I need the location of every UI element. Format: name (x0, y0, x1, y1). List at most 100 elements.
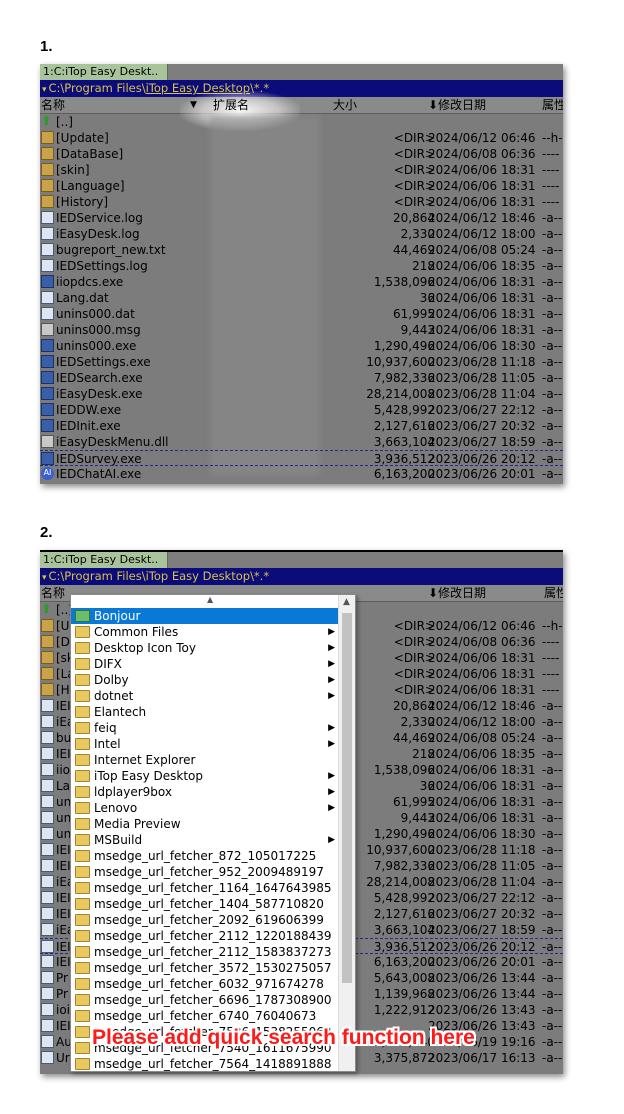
file-attr: ---- (542, 195, 560, 209)
file-icon (41, 811, 54, 824)
file-attr: -a-- (542, 467, 563, 481)
dropdown-item[interactable]: msedge_url_fetcher_2112_1583837273 (71, 944, 339, 960)
file-date: 2024/06/12 06:46 (428, 619, 536, 633)
table-row[interactable]: iEasyDeskMenu.dll 3,663,104 2023/06/27 18:… (40, 434, 563, 450)
col-name[interactable]: 名称 (41, 585, 65, 602)
col-size[interactable]: 大小 (333, 97, 357, 114)
table-row[interactable]: IEDSettings.log 218 2024/06/06 18:35 -a-- (40, 258, 563, 274)
file-size: 1,538,096 (373, 763, 435, 777)
folder-icon (41, 619, 54, 632)
dropdown-item[interactable]: Lenovo ▶ (71, 800, 339, 816)
folder-icon (75, 754, 90, 766)
dropdown-item[interactable]: feiq ▶ (71, 720, 339, 736)
folder-dropdown-menu[interactable]: ▲ Bonjour Common Files ▶ Desktop Icon Toy ▶ D… (70, 594, 356, 1072)
path-dropdown-icon[interactable]: ▾ (42, 573, 47, 583)
table-row[interactable]: AI IEDChatAI.exe 6,163,200 2023/06/26 20:01… (40, 466, 563, 482)
table-row[interactable]: ⬆ [..] (40, 114, 563, 130)
tab-folder[interactable]: 1:C:iTop Easy Deskt.. (40, 64, 168, 80)
dropdown-item[interactable]: Dolby ▶ (71, 672, 339, 688)
path-bar[interactable]: ▾ C:\Program Files\iTop Easy Desktop\*.* (40, 568, 563, 585)
dropdown-item[interactable]: msedge_url_fetcher_6696_1787308900 (71, 992, 339, 1008)
dropdown-item[interactable]: iTop Easy Desktop ▶ (71, 768, 339, 784)
col-date[interactable]: ⬇修改日期 (428, 97, 486, 114)
path-dropdown-icon[interactable]: ▾ (42, 85, 47, 95)
col-date[interactable]: ⬇修改日期 (428, 585, 486, 602)
table-row[interactable]: unins000.dat 61,995 2024/06/06 18:31 -a-- (40, 306, 563, 322)
dropdown-item[interactable]: msedge_url_fetcher_3572_1530275057 (71, 960, 339, 976)
table-row[interactable]: IEDInit.exe 2,127,616 2023/06/27 20:32 -a-- (40, 418, 563, 434)
table-row[interactable]: [Update] <DIR> 2024/06/12 06:46 --h- (40, 130, 563, 146)
file-attr: -a-- (542, 987, 563, 1001)
file-name: IEDDW.exe (56, 403, 122, 417)
table-row[interactable]: IEDSearch.exe 7,982,336 2023/06/28 11:05 -a… (40, 370, 563, 386)
dropdown-item[interactable]: msedge_url_fetcher_2092_619606399 (71, 912, 339, 928)
table-row[interactable]: [skin] <DIR> 2024/06/06 18:31 ---- (40, 162, 563, 178)
table-row[interactable]: IEDSurvey.exe 3,936,512 2023/06/26 20:12 -a… (40, 450, 563, 466)
file-attr: ---- (542, 683, 560, 697)
dropdown-item-label: ldplayer9box (94, 785, 172, 799)
dropdown-item[interactable]: msedge_url_fetcher_1164_1647643985 (71, 880, 339, 896)
path-bar[interactable]: ▾ C:\Program Files\iTop Easy Desktop\*.* (40, 80, 563, 97)
table-row[interactable]: IEDService.log 20,864 2024/06/12 18:46 -a-- (40, 210, 563, 226)
dropdown-item[interactable]: DIFX ▶ (71, 656, 339, 672)
col-name[interactable]: 名称 (41, 97, 65, 114)
table-row[interactable]: unins000.exe 1,290,496 2024/06/06 18:30 -a-… (40, 338, 563, 354)
table-row[interactable]: iEasyDesk.log 2,330 2024/06/12 18:00 -a-- (40, 226, 563, 242)
dropdown-item[interactable]: Bonjour (71, 608, 339, 624)
dropdown-item[interactable]: Internet Explorer (71, 752, 339, 768)
table-row[interactable]: [History] <DIR> 2024/06/06 18:31 ---- (40, 194, 563, 210)
file-name: IEI (56, 747, 71, 761)
dropdown-item[interactable]: ldplayer9box ▶ (71, 784, 339, 800)
dropdown-item[interactable]: dotnet ▶ (71, 688, 339, 704)
table-row[interactable]: iEasyDesk.exe 28,214,008 2023/06/28 11:04-… (40, 386, 563, 402)
dropdown-item[interactable]: Media Preview (71, 816, 339, 832)
dropdown-item-label: msedge_url_fetcher_6032_971674278 (94, 977, 324, 991)
file-attr: -a-- (542, 275, 563, 289)
col-attr[interactable]: 属性 (542, 97, 563, 114)
file-date: 2024/06/12 06:46 (428, 131, 536, 145)
dropdown-item[interactable]: Elantech (71, 704, 339, 720)
table-row[interactable]: IEDSettings.exe 10,937,600 2023/06/28 11:1… (40, 354, 563, 370)
file-name: IEI (56, 891, 71, 905)
dropdown-scrollbar[interactable]: ▲ (338, 595, 355, 1071)
file-size: 1,222,912 (373, 1003, 435, 1017)
file-name: Pr (56, 971, 68, 985)
file-size: 5,643,008 (373, 971, 435, 985)
table-row[interactable]: unins000.msg 9,443 2024/06/06 18:31 -a-- (40, 322, 563, 338)
file-name: [..] (56, 115, 73, 129)
file-attr: -a-- (542, 1019, 563, 1033)
scrollbar-thumb[interactable] (342, 613, 352, 983)
dropdown-item[interactable]: msedge_url_fetcher_2112_1220188439 (71, 928, 339, 944)
file-attr: ---- (542, 651, 560, 665)
table-row[interactable]: bugreport_new.txt 44,469 2024/06/08 05:24-… (40, 242, 563, 258)
table-row[interactable]: [Language] <DIR> 2024/06/06 18:31 ---- (40, 178, 563, 194)
dropdown-item[interactable]: msedge_url_fetcher_6740_76040673 (71, 1008, 339, 1024)
dropdown-item[interactable]: msedge_url_fetcher_1404_587710820 (71, 896, 339, 912)
col-ext[interactable]: 扩展名 (213, 97, 249, 114)
file-name: iEasyDesk.log (56, 227, 140, 241)
table-row[interactable]: iiopdcs.exe 1,538,096 2024/06/06 18:31 -a-- (40, 274, 563, 290)
table-row[interactable]: [DataBase] <DIR> 2024/06/08 06:36 ---- (40, 146, 563, 162)
tab-folder[interactable]: 1:C:iTop Easy Deskt.. (40, 552, 168, 568)
file-name: IEI (56, 859, 71, 873)
dropdown-item[interactable]: msedge_url_fetcher_6032_971674278 (71, 976, 339, 992)
dat-icon (41, 323, 54, 336)
dropdown-item[interactable]: MSBuild ▶ (71, 832, 339, 848)
table-row[interactable]: IEDDW.exe 5,428,992 2023/06/27 22:12 -a-- (40, 402, 563, 418)
scroll-up-icon[interactable]: ▲ (343, 597, 350, 607)
file-attr: -a-- (542, 323, 563, 337)
dropdown-item[interactable]: msedge_url_fetcher_952_2009489197 (71, 864, 339, 880)
file-name: un (56, 811, 72, 825)
table-row[interactable]: Lang.dat 36 2024/06/06 18:31 -a-- (40, 290, 563, 306)
exe-icon (41, 452, 54, 465)
file-date: 2023/06/26 20:12 (428, 452, 536, 466)
dropdown-item[interactable]: Intel ▶ (71, 736, 339, 752)
file-name: [Update] (56, 131, 109, 145)
dropdown-item[interactable]: Desktop Icon Toy ▶ (71, 640, 339, 656)
dropdown-item[interactable]: msedge_url_fetcher_7564_1418891888 (71, 1056, 339, 1071)
col-attr[interactable]: 属性 (544, 585, 563, 602)
file-date: 2023/06/27 20:32 (428, 419, 536, 433)
dropdown-item[interactable]: Common Files ▶ (71, 624, 339, 640)
scroll-up-arrow-icon[interactable]: ▲ (207, 595, 213, 604)
dropdown-item[interactable]: msedge_url_fetcher_872_105017225 (71, 848, 339, 864)
